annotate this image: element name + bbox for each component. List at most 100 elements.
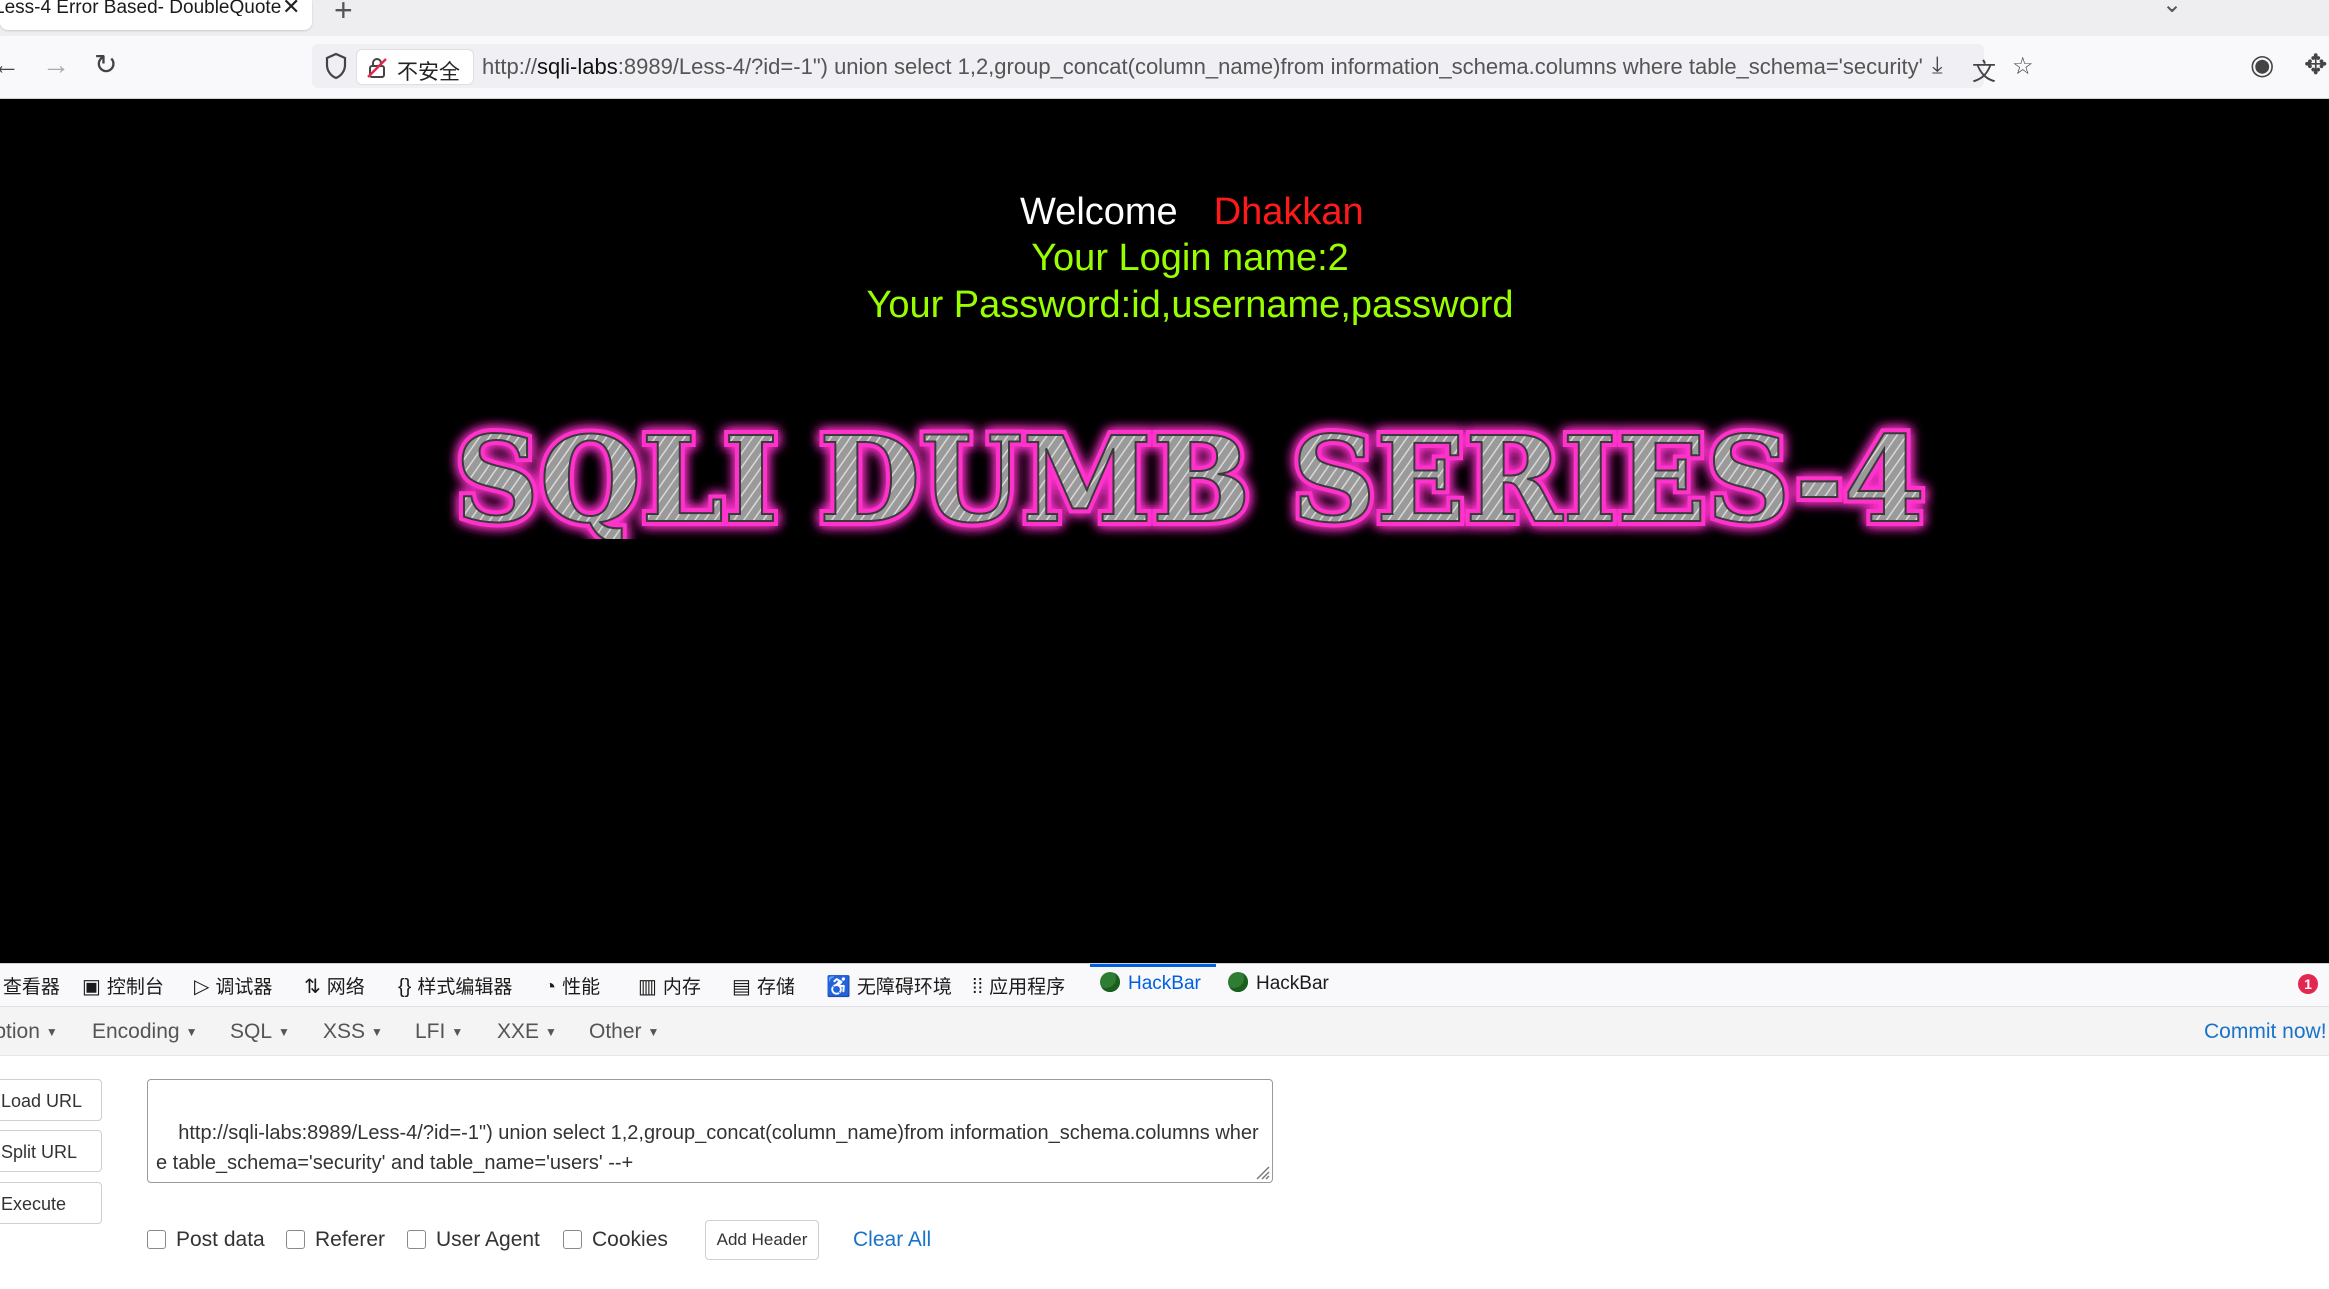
tab-inspector[interactable]: ⬚查看器 — [0, 972, 60, 998]
url-rest: :8989/Less-4/?id=-1") union select 1,2,g… — [617, 54, 1922, 79]
tab-performance[interactable]: ◔ 性能 — [544, 972, 600, 998]
save-page-icon[interactable]: ⤓ — [1932, 52, 1943, 80]
commit-link[interactable]: Commit now! — [2204, 1020, 2327, 1044]
translate-icon[interactable]: 文 — [1972, 52, 1996, 87]
welcome-name: Dhakkan — [1213, 191, 1364, 233]
insecure-lock-icon — [367, 58, 387, 78]
checkbox-box[interactable] — [286, 1230, 305, 1249]
application-icon: ⁞⁞ — [972, 976, 984, 998]
devtools-panel: ⬚查看器 ▣控制台 ▷调试器 ⇅网络 {}样式编辑器 ◔性能 ▥内存 ▤存储 ♿… — [0, 963, 2329, 1289]
tracking-shield-icon[interactable] — [324, 52, 348, 80]
style-editor-icon: {} — [398, 976, 412, 998]
error-count-badge[interactable]: 1 — [2298, 974, 2318, 994]
hackbar-menu: Option ▼ Encoding ▼ SQL ▼ XSS ▼ LFI ▼ XXE ▼ Ot… — [0, 1007, 2329, 1056]
page-content: Welcome Dhakkan Your Login name:2 Your Pa… — [0, 99, 2329, 963]
post-data-checkbox[interactable]: Post data — [147, 1228, 265, 1254]
accessibility-icon: ♿ — [826, 976, 851, 998]
add-header-button[interactable]: Add Header — [705, 1220, 819, 1260]
checkbox-box[interactable] — [407, 1230, 426, 1249]
url-textarea-value: http://sqli-labs:8989/Less-4/?id=-1") un… — [156, 1122, 1259, 1174]
menu-label: XSS — [323, 1020, 366, 1043]
address-bar[interactable]: 不安全 http://sqli-labs:8989/Less-4/?id=-1"… — [312, 44, 2034, 88]
caret-down-icon: ▼ — [647, 1025, 660, 1039]
checkbox-box[interactable] — [563, 1230, 582, 1249]
tab-label: 性能 — [562, 977, 601, 998]
option-label: User Agent — [436, 1228, 540, 1251]
menu-option[interactable]: Option ▼ — [0, 1020, 58, 1044]
split-url-button[interactable]: Split URL — [0, 1130, 102, 1172]
storage-icon: ▤ — [732, 976, 751, 998]
tab-debugger[interactable]: ▷ 调试器 — [194, 972, 272, 998]
tab-list-chevron-icon[interactable]: ⌄ — [2162, 0, 2182, 19]
caret-down-icon: ▼ — [185, 1025, 198, 1039]
load-url-button[interactable]: Load URL — [0, 1079, 102, 1121]
performance-icon: ◔ — [544, 976, 557, 998]
tab-label: HackBar — [1256, 973, 1329, 994]
sqli-banner: SQLI DUMB SERIES-4 SQLI DUMB SERIES-4 — [450, 409, 1930, 539]
console-icon: ▣ — [82, 976, 101, 998]
login-name-result: Your Login name:2 — [1031, 237, 1349, 279]
password-result: Your Password:id,username,password — [866, 284, 1514, 326]
url-host: sqli-labs — [537, 54, 618, 79]
menu-xxe[interactable]: XXE ▼ — [497, 1020, 557, 1044]
tab-hackbar-active[interactable]: HackBar — [1100, 972, 1201, 998]
checkbox-box[interactable] — [147, 1230, 166, 1249]
welcome-line: Welcome Dhakkan — [1020, 191, 1364, 234]
banner-text: SQLI DUMB SERIES-4 — [455, 410, 1925, 539]
tab-accessibility[interactable]: ♿ 无障碍环境 — [826, 972, 952, 998]
debugger-icon: ▷ — [194, 976, 210, 998]
site-security-indicator[interactable]: 不安全 — [356, 49, 474, 85]
tab-storage[interactable]: ▤ 存储 — [732, 972, 795, 998]
bookmark-star-icon[interactable]: ☆ — [2012, 52, 2034, 81]
tab-hackbar[interactable]: HackBar — [1228, 972, 1329, 998]
resize-grip-icon[interactable] — [1254, 1164, 1270, 1180]
hackbar-icon — [1100, 972, 1120, 992]
caret-down-icon: ▼ — [371, 1025, 383, 1039]
welcome-label: Welcome — [1020, 191, 1178, 233]
tab-network[interactable]: ⇅ 网络 — [304, 972, 365, 998]
forward-icon[interactable]: → — [42, 51, 70, 79]
caret-down-icon: ▼ — [451, 1025, 464, 1039]
network-icon: ⇅ — [304, 976, 321, 998]
option-label: Referer — [315, 1228, 386, 1251]
menu-lfi[interactable]: LFI ▼ — [415, 1020, 463, 1044]
option-label: Post data — [176, 1228, 265, 1251]
tab-memory[interactable]: ▥ 内存 — [638, 972, 701, 998]
tab-label: 应用程序 — [989, 977, 1066, 998]
reload-icon[interactable]: ↻ — [94, 51, 117, 79]
tab-application[interactable]: ⁞⁞ 应用程序 — [972, 972, 1065, 998]
navigation-bar: ← → ↻ 不安全 http://sqli-labs:8989/Less-4/?… — [0, 36, 2329, 99]
menu-xss[interactable]: XSS ▼ — [323, 1020, 383, 1044]
menu-encoding[interactable]: Encoding ▼ — [92, 1020, 197, 1044]
extensions-icon[interactable]: ✥ — [2304, 51, 2327, 79]
memory-icon: ▥ — [638, 976, 657, 998]
browser-tab[interactable]: Less-4 Error Based- DoubleQuotes ✕ — [0, 0, 312, 30]
menu-label: Encoding — [92, 1020, 180, 1043]
tab-label: 控制台 — [106, 977, 164, 998]
menu-sql[interactable]: SQL ▼ — [230, 1020, 290, 1044]
hackbar-icon — [1228, 972, 1248, 992]
execute-button[interactable]: Execute — [0, 1182, 102, 1224]
tab-close-icon[interactable]: ✕ — [282, 0, 300, 20]
menu-other[interactable]: Other ▼ — [589, 1020, 659, 1044]
tab-title: Less-4 Error Based- DoubleQuotes — [0, 0, 282, 16]
menu-label: SQL — [230, 1020, 273, 1043]
url-prefix: http:// — [482, 54, 538, 79]
option-label: Cookies — [592, 1228, 668, 1251]
url-text[interactable]: http://sqli-labs:8989/Less-4/?id=-1") un… — [482, 54, 1922, 80]
hackbar-url-textarea[interactable]: http://sqli-labs:8989/Less-4/?id=-1") un… — [147, 1079, 1273, 1183]
tab-strip: Less-4 Error Based- DoubleQuotes ✕ + ⌄ — [0, 0, 2329, 36]
clear-all-link[interactable]: Clear All — [853, 1228, 931, 1252]
tab-style-editor[interactable]: {} 样式编辑器 — [398, 972, 512, 998]
tab-label: 查看器 — [2, 977, 60, 998]
new-tab-button[interactable]: + — [334, 0, 353, 29]
account-icon[interactable]: ◉ — [2250, 51, 2274, 79]
caret-down-icon: ▼ — [45, 1025, 58, 1039]
back-icon[interactable]: ← — [0, 51, 20, 79]
user-agent-checkbox[interactable]: User Agent — [407, 1228, 540, 1254]
tab-console[interactable]: ▣ 控制台 — [82, 972, 164, 998]
referer-checkbox[interactable]: Referer — [286, 1228, 385, 1254]
cookies-checkbox[interactable]: Cookies — [563, 1228, 668, 1254]
menu-label: XXE — [497, 1020, 540, 1043]
menu-label: Option — [0, 1020, 40, 1043]
